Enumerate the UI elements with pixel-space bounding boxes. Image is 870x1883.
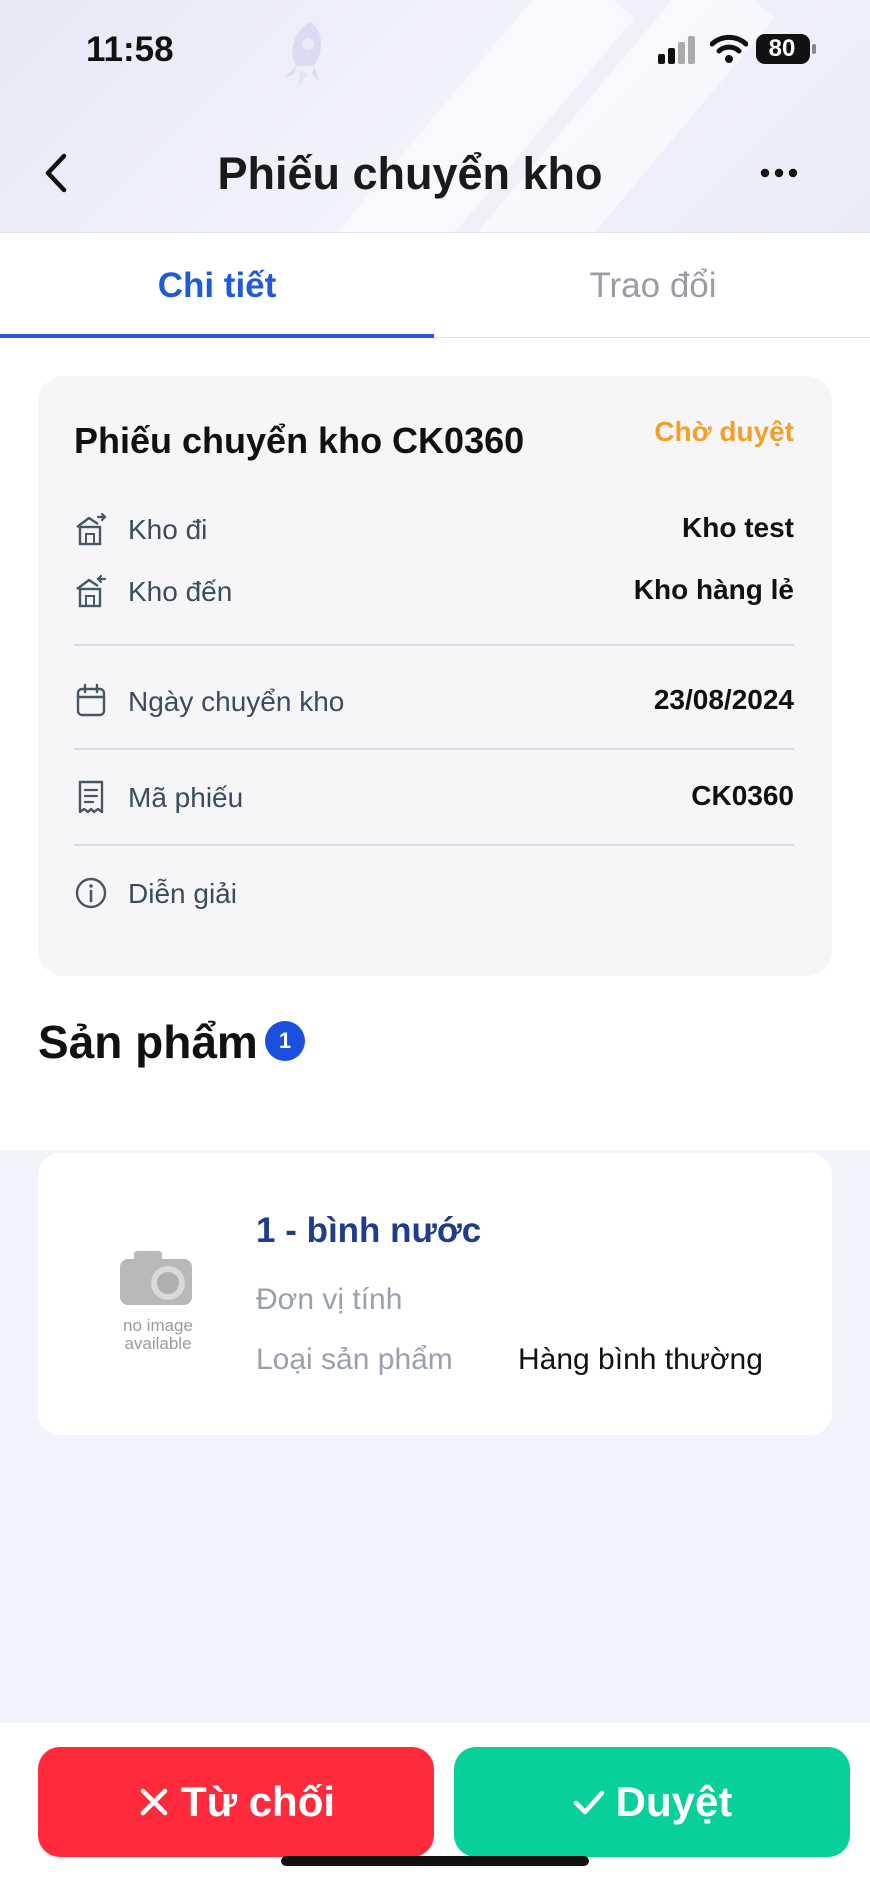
navigation-header: Phiếu chuyển kho [0,130,870,220]
tab-details[interactable]: Chi tiết [0,233,434,339]
no-image-text: available [124,1334,191,1351]
row-label: Mã phiếu [128,782,244,813]
reject-button[interactable]: Từ chối [38,1747,434,1857]
status-badge: Chờ duyệt [654,416,794,447]
status-time: 11:58 [86,30,174,69]
cellular-signal-icon [658,36,695,64]
divider [74,644,794,646]
no-image-placeholder-icon: no image available [120,1251,193,1351]
approve-button-label: Duyệt [615,1778,733,1825]
calendar-icon [76,683,106,717]
tab-bar: Chi tiết Trao đổi [0,232,870,338]
warehouse-in-icon [76,574,107,608]
voucher-info-card: Phiếu chuyển kho CK0360 Chờ duyệt Kho đi… [38,376,832,976]
info-icon [75,877,107,909]
receipt-icon [78,780,104,814]
more-options-button[interactable] [752,158,806,188]
checkmark-icon [573,1790,604,1815]
product-name: 1 - bình nước [256,1211,482,1250]
home-indicator [281,1856,589,1866]
divider [74,748,794,750]
active-tab-indicator [0,334,434,338]
product-type-label: Loại sản phẩm [256,1343,453,1376]
row-value: 23/08/2024 [653,684,794,715]
row-destination-warehouse: Kho đến Kho hàng lẻ [74,568,794,618]
product-unit-label: Đơn vị tính [256,1283,403,1316]
product-type-value: Hàng bình thường [518,1343,763,1376]
row-voucher-code: Mã phiếu CK0360 [74,774,794,824]
no-image-text: no image [123,1316,193,1335]
row-label: Ngày chuyển kho [128,686,345,717]
reject-button-label: Từ chối [180,1778,336,1825]
row-label: Diễn giải [128,878,237,909]
battery-icon: 80 [756,34,816,64]
row-label: Kho đi [128,514,208,545]
product-card[interactable]: no image available 1 - bình nước Đơn vị … [38,1153,832,1435]
bottom-action-bar: Từ chối Duyệt [0,1723,870,1883]
approve-button[interactable]: Duyệt [454,1747,850,1857]
row-source-warehouse: Kho đi Kho test [74,506,794,556]
close-icon [140,1788,168,1816]
products-count-badge: 1 [265,1021,305,1061]
row-value: Kho test [682,512,794,543]
voucher-title: Phiếu chuyển kho CK0360 [74,420,525,461]
row-description: Diễn giải [74,870,794,920]
battery-level: 80 [768,35,796,62]
row-transfer-date: Ngày chuyển kho 23/08/2024 [74,678,794,728]
row-value: Kho hàng lẻ [633,574,794,605]
page-title: Phiếu chuyển kho [217,148,603,199]
products-section-title: Sản phẩm [38,1016,258,1068]
wifi-icon [710,34,748,63]
row-label: Kho đến [128,576,233,607]
warehouse-out-icon [76,512,107,546]
divider [74,844,794,846]
tab-discussion[interactable]: Trao đổi [436,233,870,339]
row-value: CK0360 [691,780,794,811]
status-bar: 11:58 80 [0,0,870,100]
